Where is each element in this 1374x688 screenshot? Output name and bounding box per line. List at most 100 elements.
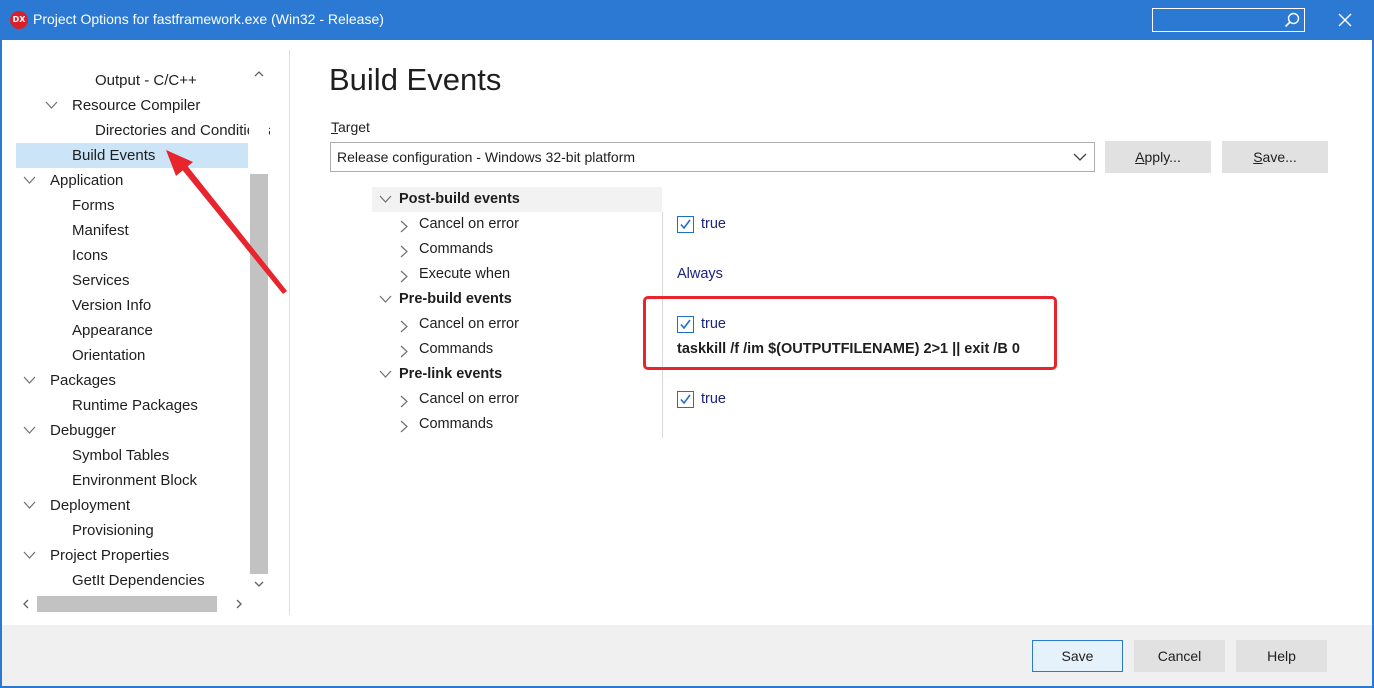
chevron-down-icon [23, 501, 36, 509]
check-icon [680, 219, 691, 230]
tree-item-label: Runtime Packages [72, 397, 198, 414]
tree-item-label: Directories and Conditions [95, 122, 270, 139]
tree-item-label: Symbol Tables [72, 447, 170, 464]
target-label: Target [331, 119, 370, 135]
tree-expander-debugger[interactable] [22, 418, 36, 443]
panel-divider [289, 50, 290, 615]
chevron-right-icon [236, 599, 242, 609]
tree-item-appearance[interactable]: Appearance [16, 318, 248, 343]
chevron-down-icon [379, 370, 392, 378]
tree-item-forms[interactable]: Forms [16, 193, 248, 218]
tree-item-label: Environment Block [72, 472, 198, 489]
cancel-button[interactable]: Cancel [1134, 640, 1225, 672]
pre-build-events-label: Pre-build events [399, 291, 512, 307]
chevron-down-icon [1073, 153, 1087, 161]
scroll-down-button[interactable] [249, 574, 269, 594]
apply-button[interactable]: Apply... [1105, 141, 1211, 173]
chevron-right-icon [400, 270, 408, 283]
tree-item-directories-and-conditions[interactable]: Directories and Conditions [16, 118, 270, 143]
tree-item-label: Packages [50, 372, 116, 389]
tree-item-label: Output - C/C++ [95, 72, 197, 89]
tree-item-build-events[interactable]: Build Events [16, 143, 248, 168]
tree-item-resource-compiler[interactable]: Resource Compiler [16, 93, 248, 118]
tree-item-label: GetIt Dependencies [72, 572, 205, 589]
chevron-up-icon [254, 71, 264, 77]
tree-item-orientation[interactable]: Orientation [16, 343, 248, 368]
tree-horizontal-scrollbar[interactable] [16, 594, 249, 614]
chevron-down-icon [23, 551, 36, 559]
tree-expander-application[interactable] [22, 168, 36, 193]
tree-item-label: Forms [72, 197, 115, 214]
close-icon [1338, 13, 1352, 27]
post-build-execute-value[interactable]: Always [677, 262, 723, 287]
h-scroll-thumb[interactable] [37, 596, 217, 612]
tree-vertical-scrollbar[interactable] [249, 64, 269, 594]
search-icon [1284, 12, 1300, 28]
options-tree: Output - C/C++ Resource Compiler Directori… [16, 57, 270, 617]
target-select-value: Release configuration - Windows 32-bit p… [337, 149, 636, 165]
checkbox[interactable] [677, 391, 694, 408]
chevron-down-icon [254, 581, 264, 587]
scroll-left-button[interactable] [16, 594, 36, 614]
tree-item-provisioning[interactable]: Provisioning [16, 518, 248, 543]
target-select[interactable]: Release configuration - Windows 32-bit p… [330, 142, 1095, 172]
chevron-left-icon [23, 599, 29, 609]
save-button[interactable]: Save [1032, 640, 1123, 672]
tree-item-label: Appearance [72, 322, 153, 339]
close-button[interactable] [1330, 5, 1360, 35]
chevron-down-icon [45, 101, 58, 109]
tree-item-debugger[interactable]: Debugger [16, 418, 248, 443]
tree-item-label: Deployment [50, 497, 131, 514]
chevron-right-icon [400, 245, 408, 258]
tree-item-deployment[interactable]: Deployment [16, 493, 248, 518]
chevron-down-icon [23, 176, 36, 184]
tree-item-application[interactable]: Application [16, 168, 248, 193]
title-search-input[interactable] [1152, 8, 1305, 32]
tree-item-label: Provisioning [72, 522, 154, 539]
tree-item-version-info[interactable]: Version Info [16, 293, 248, 318]
tree-item-manifest[interactable]: Manifest [16, 218, 248, 243]
post-build-events-label: Post-build events [399, 191, 520, 207]
tree-item-environment-block[interactable]: Environment Block [16, 468, 248, 493]
chevron-down-icon [23, 376, 36, 384]
chevron-down-icon [379, 195, 392, 203]
tree-item-symbol-tables[interactable]: Symbol Tables [16, 443, 248, 468]
chevron-right-icon [400, 345, 408, 358]
scroll-thumb[interactable] [250, 174, 268, 574]
page-title: Build Events [329, 62, 502, 97]
tree-item-runtime-packages[interactable]: Runtime Packages [16, 393, 248, 418]
tree-item-getit-dependencies[interactable]: GetIt Dependencies [16, 568, 248, 593]
tree-expander-resource-compiler[interactable] [44, 93, 58, 118]
title-bar: DX Project Options for fastframework.exe… [0, 0, 1374, 40]
post-build-events-category[interactable]: Post-build events [372, 187, 662, 212]
tree-item-label: Manifest [72, 222, 129, 239]
tree-item-label: Application [50, 172, 124, 189]
tree-expander-packages[interactable] [22, 368, 36, 393]
tree-expander-deployment[interactable] [22, 493, 36, 518]
tree-item-label: Debugger [50, 422, 116, 439]
scroll-up-button[interactable] [249, 64, 269, 84]
checkbox[interactable] [677, 216, 694, 233]
scroll-right-button[interactable] [229, 594, 249, 614]
tree-item-label: Project Properties [50, 547, 170, 564]
tree-expander-project-properties[interactable] [22, 543, 36, 568]
chevron-right-icon [400, 220, 408, 233]
chevron-right-icon [400, 420, 408, 433]
window-border-left [0, 40, 2, 688]
tree-item-label: Services [72, 272, 130, 289]
chevron-down-icon [379, 295, 392, 303]
tree-item-label: Version Info [72, 297, 152, 314]
tree-item-label: Resource Compiler [72, 97, 201, 114]
tree-item-packages[interactable]: Packages [16, 368, 248, 393]
tree-item-label: Orientation [72, 347, 146, 364]
tree-item-project-properties[interactable]: Project Properties [16, 543, 248, 568]
tree-item-label: Build Events [72, 147, 156, 164]
tree-item-icons[interactable]: Icons [16, 243, 248, 268]
help-button[interactable]: Help [1236, 640, 1327, 672]
window-title: Project Options for fastframework.exe (W… [33, 11, 384, 27]
tree-item-output-c-c[interactable]: Output - C/C++ [16, 68, 248, 93]
check-icon [680, 394, 691, 405]
tree-item-label: Icons [72, 247, 108, 264]
tree-item-services[interactable]: Services [16, 268, 248, 293]
save-target-button[interactable]: Save... [1222, 141, 1328, 173]
